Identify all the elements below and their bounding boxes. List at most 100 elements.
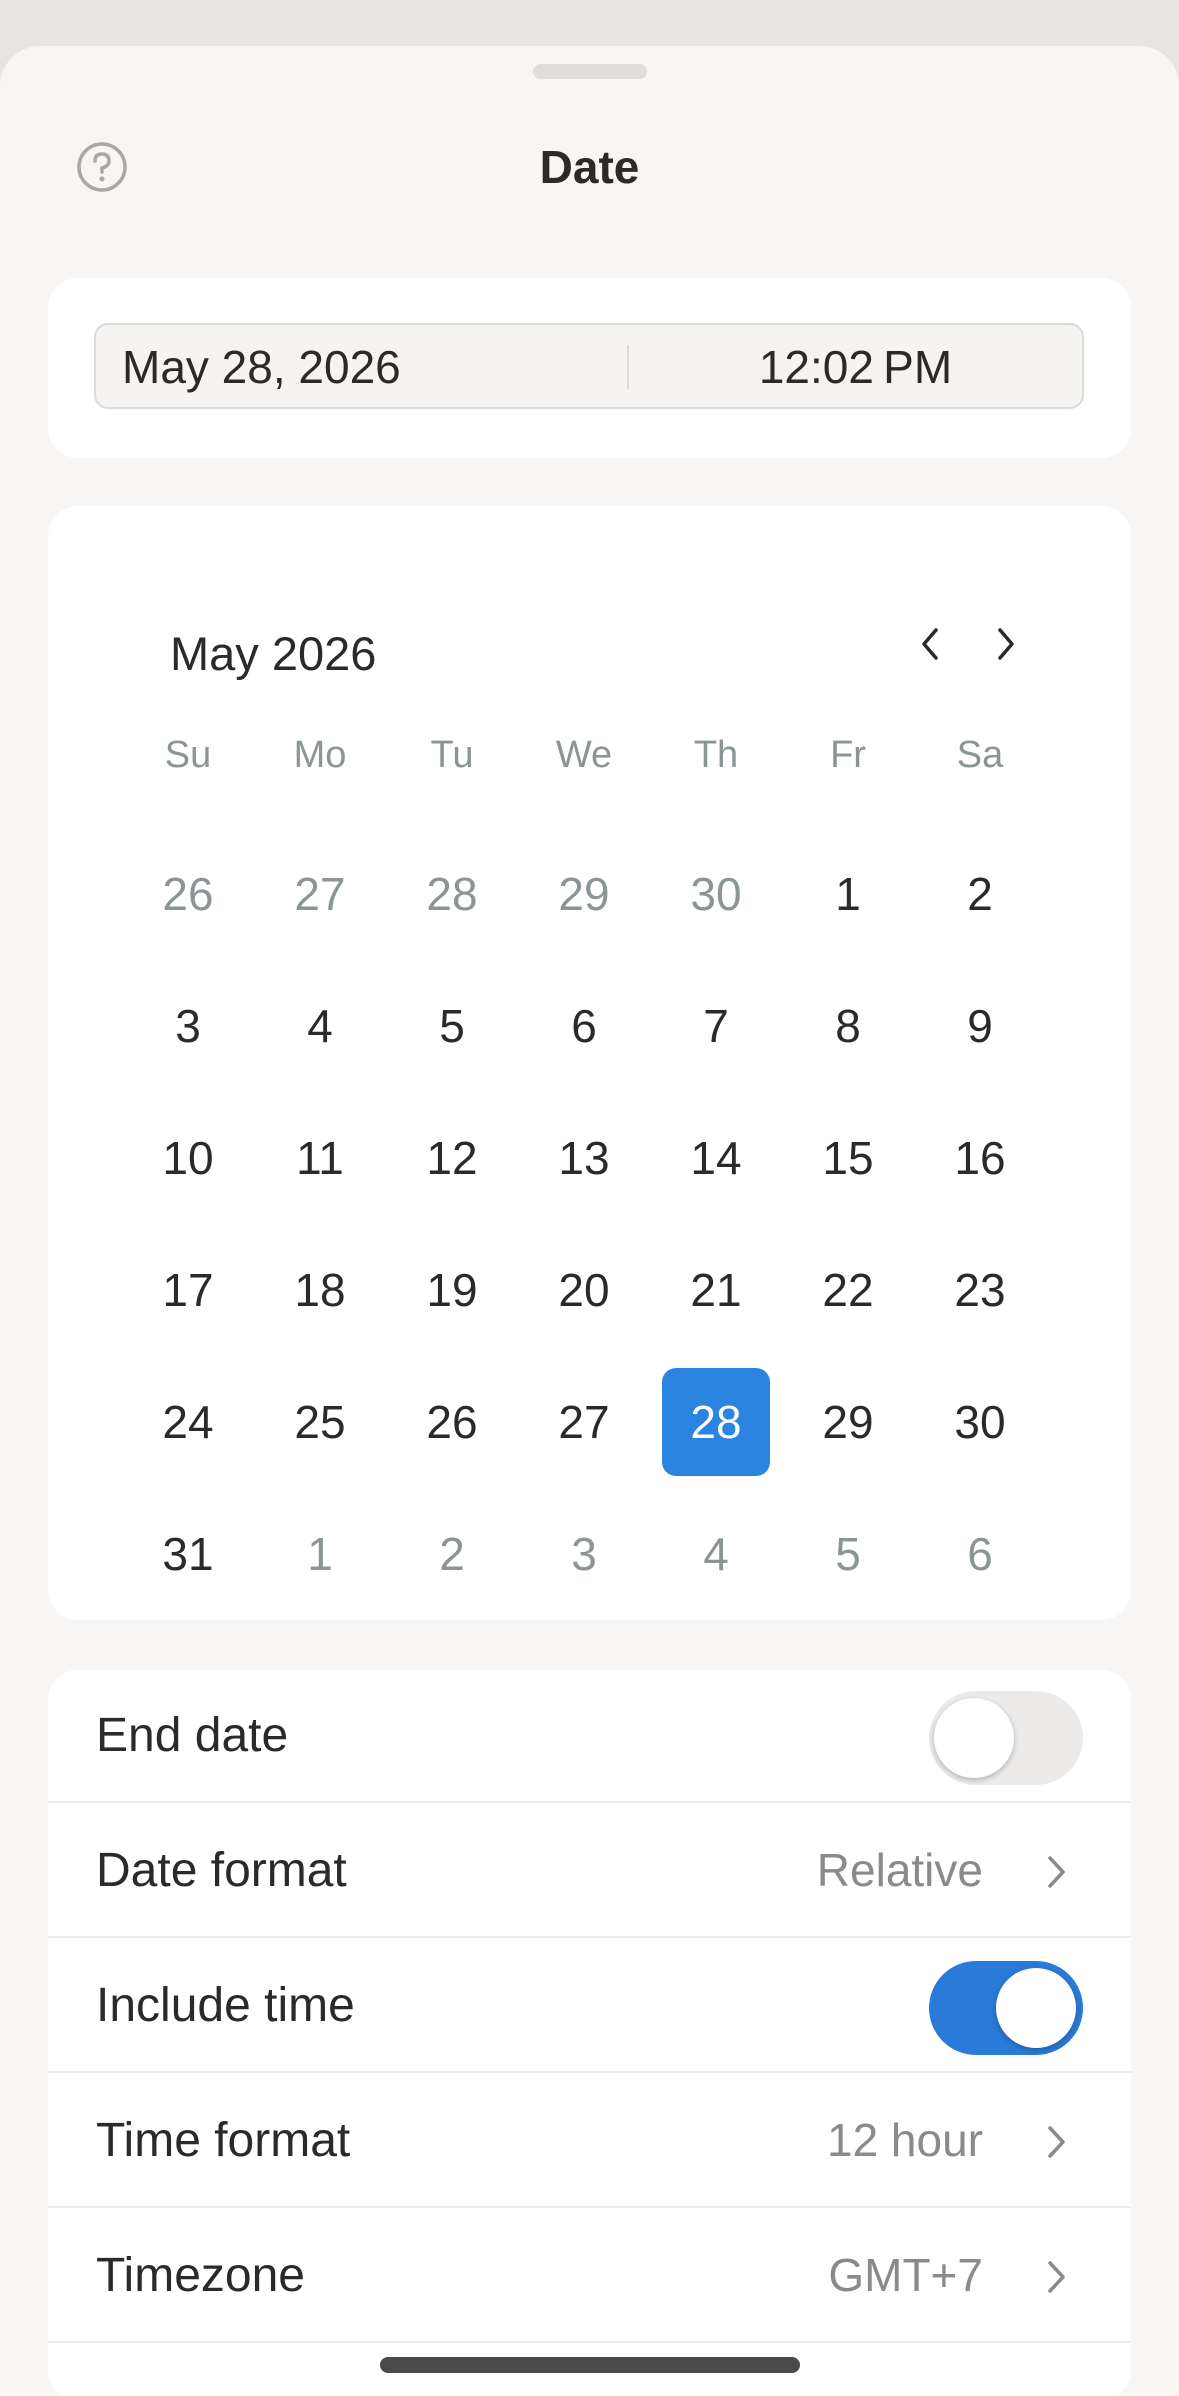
day-cell[interactable]: 7 bbox=[650, 960, 782, 1092]
selected-day-cell[interactable]: 28 bbox=[650, 1356, 782, 1488]
day-cell[interactable]: 30 bbox=[914, 1356, 1046, 1488]
day-cell[interactable]: 4 bbox=[650, 1488, 782, 1620]
day-cell[interactable]: 29 bbox=[518, 828, 650, 960]
include-time-label: Include time bbox=[96, 1979, 355, 2032]
time-format-value: 12 hour bbox=[826, 2114, 983, 2166]
chevron-right-icon bbox=[1048, 2126, 1065, 2158]
day-cell[interactable]: 22 bbox=[782, 1224, 914, 1356]
day-cell[interactable]: 23 bbox=[914, 1224, 1046, 1356]
weekday-label: Mo bbox=[293, 734, 347, 776]
day-cell[interactable]: 30 bbox=[650, 828, 782, 960]
timezone-row[interactable]: Timezone GMT+7 bbox=[48, 2210, 1131, 2343]
prev-month-button[interactable] bbox=[900, 614, 960, 674]
day-cell[interactable]: 24 bbox=[122, 1356, 254, 1488]
time-input[interactable]: 12:02 PM bbox=[629, 325, 1082, 409]
day-cell[interactable]: 5 bbox=[782, 1488, 914, 1620]
day-number: 5 bbox=[439, 1000, 465, 1052]
day-cell[interactable]: 3 bbox=[122, 960, 254, 1092]
day-cell[interactable]: 14 bbox=[650, 1092, 782, 1224]
day-cell[interactable]: 31 bbox=[122, 1488, 254, 1620]
day-cell[interactable]: 20 bbox=[518, 1224, 650, 1356]
date-format-value: Relative bbox=[816, 1844, 983, 1896]
day-number: 10 bbox=[162, 1132, 214, 1184]
day-cell[interactable]: 6 bbox=[518, 960, 650, 1092]
weekday-label: Tu bbox=[430, 734, 474, 776]
day-cell[interactable]: 15 bbox=[782, 1092, 914, 1224]
day-cell[interactable]: 26 bbox=[122, 828, 254, 960]
day-cell[interactable]: 29 bbox=[782, 1356, 914, 1488]
date-input[interactable]: May 28, 2026 bbox=[122, 325, 401, 409]
toggle-knob bbox=[996, 1968, 1076, 2048]
end-date-label: End date bbox=[96, 1709, 289, 1762]
day-number: 9 bbox=[967, 1000, 993, 1052]
day-cell[interactable]: 3 bbox=[518, 1488, 650, 1620]
day-cell[interactable]: 10 bbox=[122, 1092, 254, 1224]
day-cell[interactable]: 21 bbox=[650, 1224, 782, 1356]
day-number: 26 bbox=[162, 868, 214, 920]
day-cell[interactable]: 6 bbox=[914, 1488, 1046, 1620]
day-cell[interactable]: 19 bbox=[386, 1224, 518, 1356]
end-date-row: End date bbox=[48, 1670, 1131, 1803]
day-number: 26 bbox=[426, 1396, 478, 1448]
day-cell[interactable]: 5 bbox=[386, 960, 518, 1092]
weekday-label: We bbox=[555, 734, 613, 776]
day-number: 4 bbox=[307, 1000, 333, 1052]
end-date-toggle[interactable] bbox=[929, 1691, 1083, 1785]
day-cell[interactable]: 27 bbox=[254, 828, 386, 960]
day-number: 29 bbox=[822, 1396, 874, 1448]
day-cell[interactable]: 13 bbox=[518, 1092, 650, 1224]
day-number: 8 bbox=[835, 1000, 861, 1052]
include-time-toggle[interactable] bbox=[929, 1961, 1083, 2055]
day-cell[interactable]: 16 bbox=[914, 1092, 1046, 1224]
day-number: 29 bbox=[558, 868, 610, 920]
day-number: 27 bbox=[294, 868, 346, 920]
day-cell[interactable]: 2 bbox=[386, 1488, 518, 1620]
day-cell[interactable]: 28 bbox=[386, 828, 518, 960]
day-number: 31 bbox=[162, 1528, 214, 1580]
day-number: 11 bbox=[296, 1132, 344, 1184]
day-number: 23 bbox=[954, 1264, 1006, 1316]
month-label: May 2026 bbox=[170, 627, 377, 680]
day-number: 27 bbox=[558, 1396, 610, 1448]
timezone-value: GMT+7 bbox=[828, 2249, 983, 2301]
datetime-card: May 28, 2026 12:02 PM bbox=[48, 278, 1131, 458]
day-cell[interactable]: 8 bbox=[782, 960, 914, 1092]
day-cell[interactable]: 27 bbox=[518, 1356, 650, 1488]
day-cell[interactable]: 9 bbox=[914, 960, 1046, 1092]
chevron-right-icon bbox=[1048, 2261, 1065, 2293]
day-number: 6 bbox=[571, 1000, 597, 1052]
day-number: 12 bbox=[426, 1132, 478, 1184]
day-cell[interactable]: 25 bbox=[254, 1356, 386, 1488]
sheet-title: Date bbox=[539, 141, 640, 193]
day-cell[interactable]: 1 bbox=[782, 828, 914, 960]
chevron-right-icon bbox=[998, 628, 1014, 660]
sheet-grabber[interactable] bbox=[533, 64, 647, 79]
time-format-row[interactable]: Time format 12 hour bbox=[48, 2075, 1131, 2208]
day-number: 21 bbox=[690, 1264, 742, 1316]
day-number: 13 bbox=[558, 1132, 610, 1184]
weekday-label: Th bbox=[693, 734, 739, 776]
day-number: 5 bbox=[835, 1528, 861, 1580]
weekday-label: Fr bbox=[830, 734, 866, 776]
day-number: 15 bbox=[822, 1132, 874, 1184]
day-number: 30 bbox=[954, 1396, 1006, 1448]
next-month-button[interactable] bbox=[976, 614, 1036, 674]
date-format-row[interactable]: Date format Relative bbox=[48, 1805, 1131, 1938]
day-number: 3 bbox=[175, 1000, 201, 1052]
day-number: 7 bbox=[703, 1000, 729, 1052]
calendar-grid: 26 27 28 29 30 1 2 3 4 5 6 7 8 9 10 11 12 13 14 15 16 17 18 19 2… bbox=[122, 828, 1046, 1620]
day-number: 28 bbox=[426, 868, 478, 920]
day-cell[interactable]: 18 bbox=[254, 1224, 386, 1356]
day-cell[interactable]: 11 bbox=[254, 1092, 386, 1224]
home-indicator bbox=[380, 2357, 800, 2373]
date-format-label: Date format bbox=[96, 1844, 347, 1897]
day-cell[interactable]: 17 bbox=[122, 1224, 254, 1356]
day-cell[interactable]: 1 bbox=[254, 1488, 386, 1620]
day-cell[interactable]: 26 bbox=[386, 1356, 518, 1488]
day-cell[interactable]: 12 bbox=[386, 1092, 518, 1224]
day-number: 24 bbox=[162, 1396, 214, 1448]
datetime-field[interactable]: May 28, 2026 12:02 PM bbox=[94, 323, 1084, 409]
day-cell[interactable]: 4 bbox=[254, 960, 386, 1092]
weekday-header: Su Mo Tu We Th Fr Sa bbox=[122, 734, 1046, 777]
day-cell[interactable]: 2 bbox=[914, 828, 1046, 960]
